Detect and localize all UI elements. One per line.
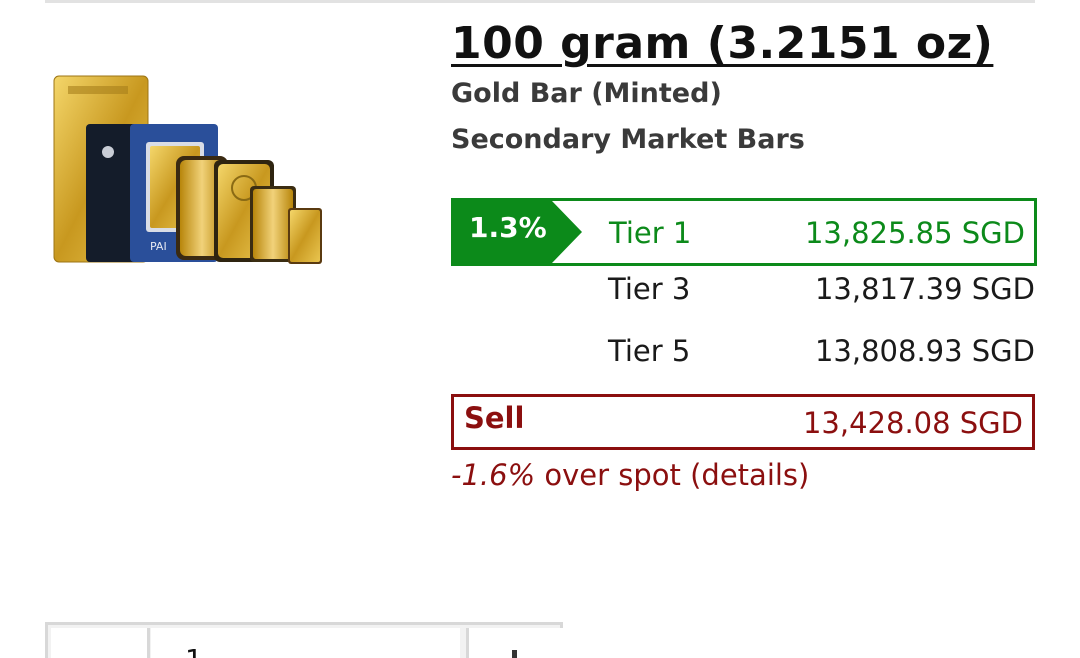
product-page: PAI 100 gram (3.2151 oz) Gold Bar (Minte…	[0, 0, 1080, 658]
tier-5-label: Tier 5	[608, 334, 691, 368]
divider	[45, 0, 1035, 3]
product-subtitle: Gold Bar (Minted)	[451, 78, 722, 109]
sell-price: 13,428.08 SGD	[802, 406, 1023, 440]
spot-percent: -1.6%	[451, 458, 536, 492]
spot-text: over spot	[535, 458, 691, 492]
premium-percent: 1.3%	[469, 211, 547, 244]
sell-label: Sell	[464, 401, 525, 435]
product-title[interactable]: 100 gram (3.2151 oz)	[451, 18, 993, 69]
premium-badge: 1.3%	[454, 201, 582, 263]
tier-1-row: 1.3% Tier 1 13,825.85 SGD	[451, 198, 1037, 266]
svg-text:PAI: PAI	[150, 240, 167, 253]
quantity-input[interactable]	[151, 628, 460, 658]
tier-3-label: Tier 3	[608, 272, 691, 306]
details-link[interactable]: (details)	[690, 458, 809, 492]
tier-3-row: Tier 3 13,817.39 SGD	[451, 272, 1035, 316]
increase-quantity-button[interactable]	[466, 628, 563, 658]
decrease-quantity-button[interactable]	[51, 628, 150, 658]
tier-5-price: 13,808.93 SGD	[814, 334, 1035, 368]
sell-row: Sell 13,428.08 SGD	[451, 394, 1035, 450]
tier-1-label: Tier 1	[609, 216, 692, 250]
tier-3-price: 13,817.39 SGD	[814, 272, 1035, 306]
tier-1-price: 13,825.85 SGD	[804, 216, 1025, 250]
product-image[interactable]: PAI	[50, 70, 325, 270]
product-category: Secondary Market Bars	[451, 124, 805, 155]
tier-5-row: Tier 5 13,808.93 SGD	[451, 334, 1035, 378]
spot-premium-line: -1.6% over spot (details)	[451, 458, 809, 492]
plus-icon	[512, 650, 517, 658]
quantity-stepper	[45, 622, 563, 658]
